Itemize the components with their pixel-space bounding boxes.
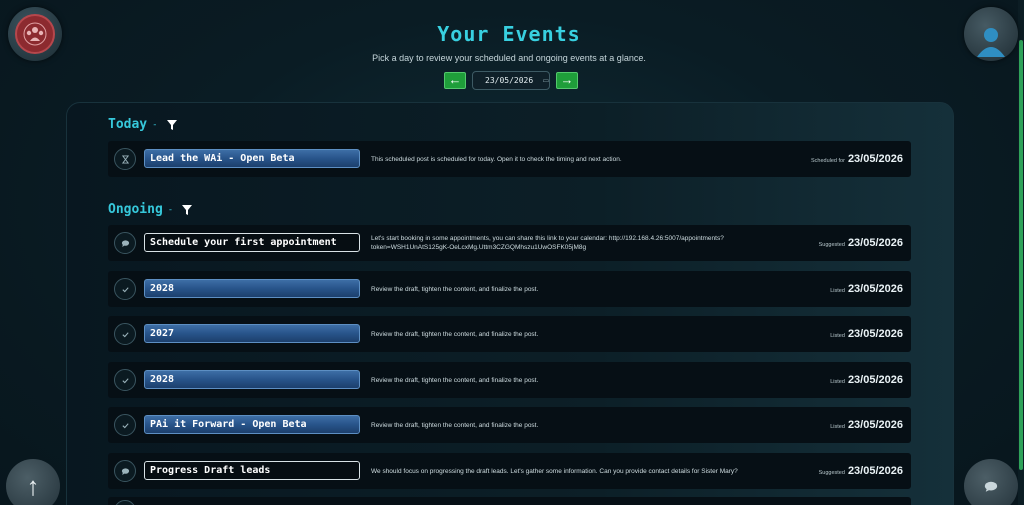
event-kind: Scheduled for (810, 157, 845, 164)
today-heading: Today (108, 117, 148, 132)
event-kind: Listed (830, 423, 845, 430)
chat-bubble-icon (984, 481, 998, 492)
event-date: 23/05/2026 (847, 374, 903, 386)
today-section-header: Today - (108, 117, 177, 132)
check-icon (114, 369, 136, 391)
page-subtitle: Pick a day to review your scheduled and … (372, 53, 646, 63)
arrow-up-icon: ↑ (26, 470, 40, 501)
event-description: Review the draft, tighten the content, a… (371, 421, 539, 429)
event-title[interactable]: 2027 (144, 324, 360, 343)
event-kind: Listed (830, 332, 845, 339)
event-row[interactable]: Progress Draft leads We should focus on p… (108, 453, 911, 489)
event-kind: Listed (830, 287, 845, 294)
check-icon (114, 278, 136, 300)
ongoing-section-header: Ongoing - (108, 202, 193, 217)
page-scrollbar-thumb[interactable] (1019, 40, 1023, 470)
event-title[interactable]: 2028 (144, 370, 360, 389)
filter-icon[interactable] (163, 119, 177, 130)
filter-icon[interactable] (178, 204, 193, 215)
event-meta: Listed 23/05/2026 (830, 362, 903, 398)
check-icon (114, 323, 136, 345)
event-row[interactable]: Lead the WAi - Open Beta This scheduled p… (108, 141, 911, 177)
event-meta: Suggested 23/05/2026 (819, 225, 903, 261)
event-description: We should focus on progressing the draft… (371, 467, 738, 475)
event-kind: Suggested (818, 469, 845, 476)
event-description: Review the draft, tighten the content, a… (371, 330, 539, 338)
event-row[interactable]: 2028 Review the draft, tighten the conten… (108, 362, 911, 398)
event-meta: Suggested 23/05/2026 (819, 453, 903, 489)
event-description: This scheduled post is scheduled for tod… (371, 155, 622, 163)
heading-separator: - (152, 119, 158, 130)
event-row[interactable]: 2028 Review the draft, tighten the conten… (108, 271, 911, 307)
event-date: 23/05/2026 (847, 328, 903, 340)
event-title[interactable]: Schedule your first appointment (144, 233, 360, 252)
page-title: Your Events (437, 22, 581, 46)
page-scrollbar-track[interactable] (1018, 0, 1024, 505)
event-date: 23/05/2026 (847, 419, 903, 431)
check-icon (114, 414, 136, 436)
event-date: 23/05/2026 (847, 465, 903, 477)
scroll-to-top-button[interactable]: ↑ (6, 459, 60, 505)
previous-day-button[interactable]: ← (444, 72, 466, 89)
date-value: 23/05/2026 (485, 76, 534, 85)
event-date: 23/05/2026 (847, 283, 903, 295)
calendar-icon: ▭ (543, 75, 549, 86)
event-date: 23/05/2026 (847, 237, 903, 249)
event-description: Review the draft, tighten the content, a… (371, 285, 539, 293)
date-navigator: ← 23/05/2026 ▭ → (444, 71, 578, 90)
event-meta: Scheduled for 23/05/2026 (811, 141, 903, 177)
event-description: Let's start booking in some appointments… (371, 235, 724, 251)
event-date: 23/05/2026 (847, 153, 903, 165)
event-meta: Listed 23/05/2026 (830, 316, 903, 352)
chat-icon (114, 232, 136, 254)
hourglass-icon (114, 148, 136, 170)
event-kind: Suggested (818, 241, 845, 248)
heading-separator: - (167, 204, 174, 215)
event-title[interactable]: 2028 (144, 279, 360, 298)
event-row[interactable]: 2027 Review the draft, tighten the conten… (108, 316, 911, 352)
event-row[interactable]: PAi it Forward - Open Beta Review the dra… (108, 407, 911, 443)
event-row-partial[interactable] (108, 497, 911, 505)
ongoing-heading: Ongoing (108, 202, 163, 217)
event-title[interactable]: Progress Draft leads (144, 461, 360, 480)
event-meta: Listed 23/05/2026 (830, 407, 903, 443)
event-title[interactable]: Lead the WAi - Open Beta (144, 149, 360, 168)
event-meta: Listed 23/05/2026 (830, 271, 903, 307)
event-kind: Listed (830, 378, 845, 385)
event-title[interactable]: PAi it Forward - Open Beta (144, 415, 360, 434)
event-row[interactable]: Schedule your first appointment Let's sta… (108, 225, 911, 261)
chat-icon (114, 460, 136, 482)
chat-button[interactable] (964, 459, 1018, 505)
event-description: Review the draft, tighten the content, a… (371, 376, 539, 384)
event-icon (114, 500, 136, 505)
next-day-button[interactable]: → (556, 72, 578, 89)
date-picker-input[interactable]: 23/05/2026 ▭ (472, 71, 550, 90)
